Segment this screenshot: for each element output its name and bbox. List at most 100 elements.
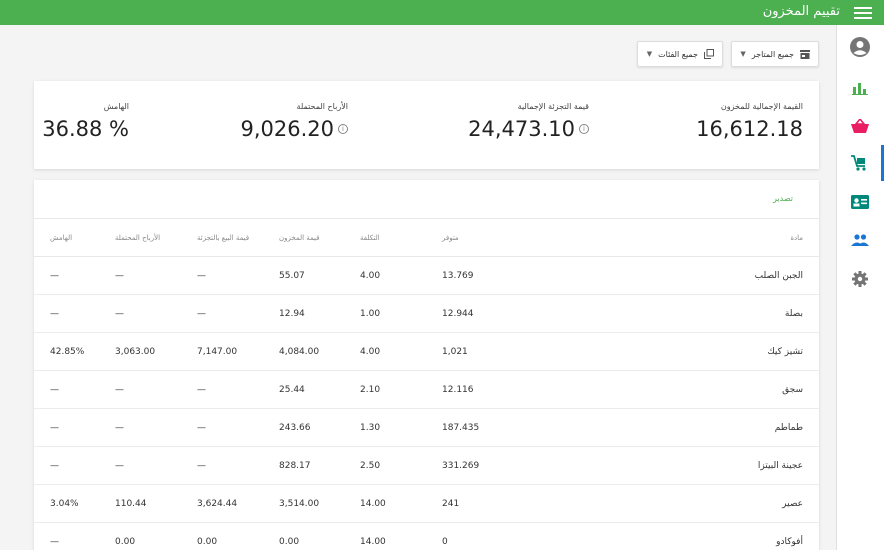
cell-potential-profit: 0.00 — [115, 522, 197, 550]
potential-profit-label: الأرباح المحتملة — [296, 102, 348, 111]
table-row[interactable]: — — — 55.07 4.00 13.769 الجبن الصلب — [34, 256, 819, 295]
store-icon — [800, 49, 810, 59]
cell-in-stock: 12.116 — [442, 370, 562, 409]
cell-margin: 3.04% — [34, 484, 115, 523]
inventory-cart-icon[interactable] — [836, 145, 884, 181]
table-row[interactable]: — — — 25.44 2.10 12.116 سجق — [34, 370, 819, 409]
table-row[interactable]: 3.04% 110.44 3,624.44 3,514.00 14.00 241… — [34, 484, 819, 523]
cell-potential-profit: 110.44 — [115, 484, 197, 523]
cell-inventory-value: 12.94 — [279, 294, 360, 333]
store-filter-label: جميع المتاجر — [751, 49, 794, 59]
category-filter-label: جميع الفئات — [658, 49, 698, 59]
cell-retail-value: — — [197, 408, 279, 447]
category-filter-dropdown[interactable]: جميع الفئات ▼ — [637, 41, 723, 67]
cell-potential-profit: — — [115, 408, 197, 447]
cell-item-name: بصلة — [562, 294, 819, 333]
basket-icon[interactable] — [836, 108, 884, 144]
info-icon[interactable]: i — [579, 124, 589, 134]
summary-card: القيمة الإجمالية للمخزون 16,612.18 قيمة … — [34, 81, 819, 169]
cell-inventory-value: 25.44 — [279, 370, 360, 409]
cell-in-stock: 0 — [442, 522, 562, 550]
table-row[interactable]: — — — 12.94 1.00 12.944 بصلة — [34, 294, 819, 333]
table-row[interactable]: — — — 243.66 1.30 187.435 طماطم — [34, 408, 819, 447]
inventory-table-card: تصدير الهامش الأرباح المحتملة قيمة البيع… — [34, 180, 819, 550]
cell-potential-profit: — — [115, 446, 197, 485]
page-title: تقييم المخزون — [762, 4, 840, 19]
table-row[interactable]: — 0.00 0.00 0.00 14.00 0 أفوكادو — [34, 522, 819, 550]
cell-retail-value: 3,624.44 — [197, 484, 279, 523]
copy-categories-icon — [704, 49, 714, 59]
cell-item-name: أفوكادو — [562, 522, 819, 550]
cell-item-name: سجق — [562, 370, 819, 409]
table-row[interactable]: — — — 828.17 2.50 331.269 عجينة البيتزا — [34, 446, 819, 485]
total-inventory-value: القيمة الإجمالية للمخزون 16,612.18 — [696, 102, 803, 141]
cell-retail-value: 0.00 — [197, 522, 279, 550]
cell-in-stock: 12.944 — [442, 294, 562, 333]
cell-margin: — — [34, 446, 115, 485]
cell-margin: — — [34, 256, 115, 295]
total-inventory-amount: 16,612.18 — [696, 117, 803, 141]
cell-in-stock: 1,021 — [442, 332, 562, 371]
col-header-inventory-value[interactable]: قيمة المخزون — [279, 218, 360, 257]
cell-item-name: عصير — [562, 484, 819, 523]
cell-item-name: تشيز كيك — [562, 332, 819, 371]
sidebar — [836, 25, 884, 550]
cell-cost: 4.00 — [360, 256, 442, 295]
customers-group-icon[interactable] — [836, 222, 884, 258]
margin: الهامش 36.88 % — [42, 102, 129, 141]
info-icon[interactable]: i — [338, 124, 348, 134]
cell-inventory-value: 0.00 — [279, 522, 360, 550]
cell-cost: 2.50 — [360, 446, 442, 485]
col-header-item[interactable]: مادة — [562, 218, 819, 257]
cell-potential-profit: — — [115, 370, 197, 409]
cell-inventory-value: 3,514.00 — [279, 484, 360, 523]
cell-cost: 1.00 — [360, 294, 442, 333]
top-app-bar: تقييم المخزون — [0, 0, 884, 25]
cell-margin: 42.85% — [34, 332, 115, 371]
table-header-row: الهامش الأرباح المحتملة قيمة البيع بالتج… — [34, 218, 819, 257]
settings-gear-icon[interactable] — [836, 261, 884, 297]
cell-margin: — — [34, 370, 115, 409]
export-button[interactable]: تصدير — [773, 194, 793, 203]
margin-amount: 36.88 % — [42, 117, 129, 141]
cell-cost: 4.00 — [360, 332, 442, 371]
employee-badge-icon[interactable] — [836, 184, 884, 220]
inventory-table: الهامش الأرباح المحتملة قيمة البيع بالتج… — [34, 218, 819, 550]
reports-chart-icon[interactable] — [836, 70, 884, 106]
cell-in-stock: 13.769 — [442, 256, 562, 295]
cell-potential-profit: — — [115, 256, 197, 295]
potential-profit-amount: 9,026.20 — [240, 117, 334, 141]
col-header-margin[interactable]: الهامش — [34, 218, 115, 257]
total-retail-amount: 24,473.10 — [468, 117, 575, 141]
col-header-potential-profit[interactable]: الأرباح المحتملة — [115, 218, 197, 257]
margin-label: الهامش — [103, 102, 129, 111]
cell-inventory-value: 4,084.00 — [279, 332, 360, 371]
cell-inventory-value: 243.66 — [279, 408, 360, 447]
cell-margin: — — [34, 522, 115, 550]
cell-cost: 14.00 — [360, 484, 442, 523]
chevron-down-icon: ▼ — [646, 50, 653, 58]
cell-cost: 1.30 — [360, 408, 442, 447]
cell-inventory-value: 828.17 — [279, 446, 360, 485]
store-filter-dropdown[interactable]: جميع المتاجر ▼ — [731, 41, 819, 67]
cell-in-stock: 331.269 — [442, 446, 562, 485]
col-header-retail-value[interactable]: قيمة البيع بالتجزئة — [197, 218, 279, 257]
total-retail-value: قيمة التجزئة الإجمالية 24,473.10 i — [468, 102, 589, 141]
cell-cost: 14.00 — [360, 522, 442, 550]
cell-cost: 2.10 — [360, 370, 442, 409]
cell-retail-value: 7,147.00 — [197, 332, 279, 371]
col-header-cost[interactable]: التكلفة — [360, 218, 442, 257]
cell-potential-profit: 3,063.00 — [115, 332, 197, 371]
menu-icon[interactable] — [854, 4, 872, 20]
cell-potential-profit: — — [115, 294, 197, 333]
cell-in-stock: 187.435 — [442, 408, 562, 447]
cell-margin: — — [34, 294, 115, 333]
total-inventory-label: القيمة الإجمالية للمخزون — [720, 102, 803, 111]
cell-retail-value: — — [197, 256, 279, 295]
col-header-in-stock[interactable]: متوفر — [442, 218, 562, 257]
cell-item-name: الجبن الصلب — [562, 256, 819, 295]
table-row[interactable]: 42.85% 3,063.00 7,147.00 4,084.00 4.00 1… — [34, 332, 819, 371]
cell-margin: — — [34, 408, 115, 447]
account-icon[interactable] — [836, 29, 884, 65]
cell-in-stock: 241 — [442, 484, 562, 523]
